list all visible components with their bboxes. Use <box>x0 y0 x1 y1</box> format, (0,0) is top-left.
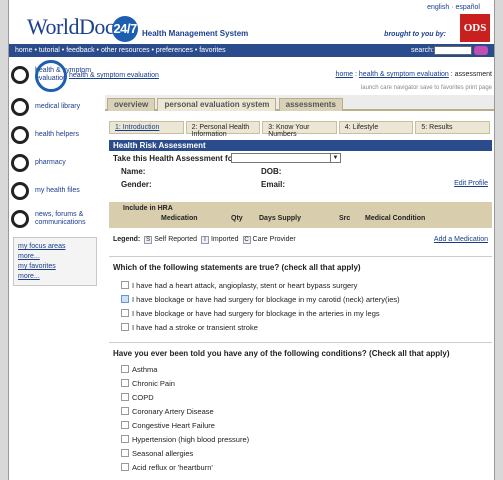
assessment-content: 1: Introduction 2: Personal Health Infor… <box>105 111 494 474</box>
breadcrumb-section[interactable]: health & symptom evaluation <box>359 71 449 78</box>
step-lifestyle[interactable]: 4: Lifestyle <box>338 121 414 134</box>
gender-row: Gender: Email: Edit Profile <box>121 180 488 189</box>
checkbox[interactable] <box>121 323 129 331</box>
library-icon <box>11 98 29 116</box>
option-heart-attack[interactable]: I have had a heart attack, angioplasty, … <box>109 278 492 292</box>
breadcrumb: home : health & symptom evaluation : ass… <box>335 71 492 78</box>
stethoscope-icon <box>11 66 29 84</box>
step-introduction[interactable]: 1: Introduction <box>109 121 184 134</box>
page-tools[interactable]: launch care navigator save to favorites … <box>361 85 492 91</box>
focus-box: my focus areas more... my favorites more… <box>13 237 97 286</box>
evaluation-badge-icon <box>35 60 67 92</box>
checkbox[interactable] <box>121 295 129 303</box>
step-numbers[interactable]: 3: Know Your Numbers <box>262 121 337 138</box>
condition-allergies[interactable]: Seasonal allergies <box>109 446 492 460</box>
more-link[interactable]: more... <box>18 253 92 260</box>
condition-copd[interactable]: COPD <box>109 390 492 404</box>
breadcrumb-current: assessment <box>454 71 492 78</box>
step-personal-info[interactable]: 2: Personal Health Information <box>185 121 261 138</box>
option-carotid[interactable]: I have blockage or have had surgery for … <box>109 292 492 306</box>
step-indicator: 1: Introduction 2: Personal Health Infor… <box>109 121 492 138</box>
tab-assessments[interactable]: assessments <box>278 98 343 111</box>
logo-badge: 24/7 <box>112 15 139 42</box>
sidebar-item-library[interactable]: medical library <box>9 93 101 121</box>
sidebar-item-files[interactable]: my health files <box>9 177 101 205</box>
hra-title: Health Risk Assessment <box>109 140 492 151</box>
add-medication-link[interactable]: Add a Medication <box>434 236 488 243</box>
tab-overview[interactable]: overview <box>107 98 156 111</box>
condition-chronic-pain[interactable]: Chronic Pain <box>109 376 492 390</box>
name-row: Name: DOB: <box>121 167 282 176</box>
sidebar-item-news[interactable]: news, forums & communications <box>9 205 101 233</box>
self-reported-icon: S <box>144 236 153 244</box>
pharmacy-icon <box>11 154 29 172</box>
search-go-button[interactable] <box>474 46 488 55</box>
step-results[interactable]: 5: Results <box>415 121 490 134</box>
focus-areas-link[interactable]: my focus areas <box>18 243 92 250</box>
checkbox[interactable] <box>121 309 129 317</box>
tagline: Health Management System <box>142 29 249 38</box>
option-stroke[interactable]: I have had a stroke or transient stroke <box>109 320 492 334</box>
favorites-link[interactable]: my favorites <box>18 263 92 270</box>
page-title[interactable]: health & symptom evaluation <box>69 72 159 79</box>
condition-chf[interactable]: Congestive Heart Failure <box>109 418 492 432</box>
tab-bar: overview personal evaluation system asse… <box>105 95 494 111</box>
checkbox[interactable] <box>121 281 129 289</box>
tab-personal-evaluation[interactable]: personal evaluation system <box>157 98 277 111</box>
condition-reflux[interactable]: Acid reflux or 'heartburn' <box>109 460 492 474</box>
checkbox[interactable] <box>121 463 129 471</box>
care-provider-icon: C <box>242 236 251 244</box>
news-icon <box>11 210 29 228</box>
legend: Legend: S Self Reported I Imported C Care P… <box>113 236 488 244</box>
condition-cad[interactable]: Coronary Artery Disease <box>109 404 492 418</box>
imported-icon: I <box>200 236 209 244</box>
take-for-row: Take this Health Assessment for: ▼ <box>109 151 492 164</box>
checkbox[interactable] <box>121 365 129 373</box>
worlddoc-logo[interactable]: WorldDoc24/7 <box>27 14 139 42</box>
person-select[interactable]: ▼ <box>231 153 341 163</box>
nav-links[interactable]: home • tutorial • feedback • other resou… <box>15 47 226 54</box>
condition-hypertension[interactable]: Hypertension (high blood pressure) <box>109 432 492 446</box>
condition-asthma[interactable]: Asthma <box>109 362 492 376</box>
chevron-down-icon: ▼ <box>330 154 340 162</box>
sponsor-logo[interactable]: ODS <box>460 14 490 42</box>
site-header: WorldDoc24/7 Health Management System en… <box>9 0 494 44</box>
question-statements: Which of the following statements are tr… <box>109 256 492 278</box>
search-label: search: <box>411 47 434 54</box>
checkbox[interactable] <box>121 449 129 457</box>
helper-icon <box>11 126 29 144</box>
language-links[interactable]: english · español <box>427 4 480 11</box>
question-conditions: Have you ever been told you have any of … <box>109 342 492 362</box>
checkbox[interactable] <box>121 407 129 415</box>
brought-by-label: brought to you by: <box>384 31 446 38</box>
files-icon <box>11 182 29 200</box>
option-leg-arteries[interactable]: I have blockage or have had surgery for … <box>109 306 492 320</box>
checkbox[interactable] <box>121 393 129 401</box>
checkbox[interactable] <box>121 435 129 443</box>
top-nav: home • tutorial • feedback • other resou… <box>9 44 494 57</box>
edit-profile-link[interactable]: Edit Profile <box>454 180 488 187</box>
medication-table-header: Include in HRA Medication Qty Days Suppl… <box>109 202 492 228</box>
crumb-row: health & symptom evaluation home : healt… <box>35 57 494 95</box>
checkbox[interactable] <box>121 379 129 387</box>
breadcrumb-home[interactable]: home <box>336 71 354 78</box>
more-link-2[interactable]: more... <box>18 273 92 280</box>
search-input[interactable] <box>434 46 472 55</box>
sidebar-item-pharmacy[interactable]: pharmacy <box>9 149 101 177</box>
main-content: health & symptom evaluation home : healt… <box>35 57 494 474</box>
checkbox[interactable] <box>121 421 129 429</box>
page-frame: WorldDoc24/7 Health Management System en… <box>8 0 495 480</box>
sidebar-item-helpers[interactable]: health helpers <box>9 121 101 149</box>
